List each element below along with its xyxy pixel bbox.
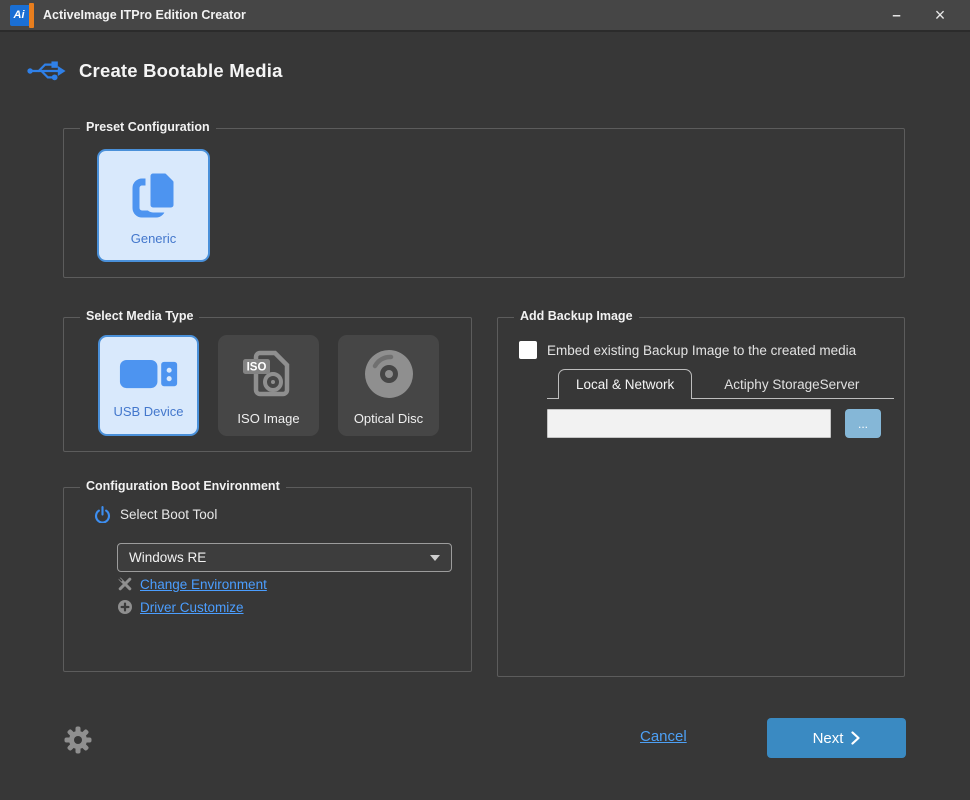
page-header: Create Bootable Media	[26, 56, 283, 86]
backup-source-tabs: Local & Network Actiphy StorageServer	[547, 369, 894, 399]
backup-group-label: Add Backup Image	[514, 309, 639, 323]
settings-button[interactable]	[64, 726, 92, 754]
cancel-button[interactable]: Cancel	[640, 728, 687, 745]
tab-local-network[interactable]: Local & Network	[558, 369, 693, 399]
media-tiles-row: USB Device ISO ISO Image Optical Disc	[98, 335, 439, 436]
next-button[interactable]: Next	[767, 718, 906, 758]
usb-drive-icon	[119, 359, 177, 388]
boot-tool-selected-value: Windows RE	[129, 550, 207, 565]
select-media-type-group: Select Media Type USB Device ISO ISO Ima…	[63, 309, 472, 452]
minimize-icon[interactable]: –	[874, 0, 918, 30]
add-backup-image-group: Add Backup Image Embed existing Backup I…	[497, 309, 905, 677]
chevron-down-icon	[430, 554, 440, 561]
app-logo-icon: Ai	[10, 2, 34, 28]
tile-label: Optical Disc	[353, 410, 424, 426]
app-window: Ai ActiveImage ITPro Edition Creator – ×…	[0, 0, 970, 800]
browse-button[interactable]: ...	[845, 409, 881, 438]
tab-actiphy-storageserver[interactable]: Actiphy StorageServer	[692, 370, 891, 398]
app-logo-orange-bar	[29, 2, 34, 28]
change-environment-row: Change Environment	[117, 576, 267, 592]
tools-icon	[118, 577, 132, 591]
media-tile-optical-disc[interactable]: Optical Disc	[338, 335, 439, 436]
embed-backup-checkbox[interactable]	[519, 341, 537, 359]
media-tile-iso-image[interactable]: ISO ISO Image	[218, 335, 319, 436]
configuration-boot-environment-group: Configuration Boot Environment Select Bo…	[63, 479, 472, 672]
iso-file-icon: ISO	[242, 350, 289, 396]
tile-label: Generic	[130, 230, 177, 246]
power-icon	[94, 506, 111, 523]
preset-configuration-group: Preset Configuration Generic	[63, 120, 905, 278]
next-button-label: Next	[812, 729, 844, 747]
plus-circle-icon	[118, 600, 132, 614]
app-logo-text: Ai	[13, 9, 25, 21]
close-icon[interactable]: ×	[918, 0, 962, 30]
select-boot-tool-row: Select Boot Tool	[94, 506, 217, 523]
gear-icon	[64, 726, 92, 754]
boot-group-label: Configuration Boot Environment	[80, 479, 286, 493]
driver-customize-row: Driver Customize	[117, 599, 244, 615]
backup-path-input[interactable]	[547, 409, 831, 438]
optical-disc-icon	[364, 349, 413, 398]
chevron-right-icon	[851, 731, 861, 745]
page-title: Create Bootable Media	[79, 60, 283, 81]
preset-tile-generic[interactable]: Generic	[97, 149, 210, 262]
embed-backup-row: Embed existing Backup Image to the creat…	[519, 341, 856, 359]
tile-label: USB Device	[113, 403, 184, 419]
copy-document-icon	[132, 168, 178, 217]
driver-customize-link[interactable]: Driver Customize	[140, 600, 244, 615]
iso-badge-label: ISO	[246, 361, 266, 373]
boot-tool-dropdown[interactable]: Windows RE	[117, 543, 452, 572]
window-title: ActiveImage ITPro Edition Creator	[43, 8, 246, 22]
preset-group-label: Preset Configuration	[80, 120, 216, 134]
media-tile-usb-device[interactable]: USB Device	[98, 335, 199, 436]
backup-path-row: ...	[547, 409, 881, 438]
titlebar: Ai ActiveImage ITPro Edition Creator – ×	[0, 0, 970, 32]
embed-backup-label: Embed existing Backup Image to the creat…	[547, 342, 857, 358]
media-group-label: Select Media Type	[80, 309, 200, 323]
usb-trident-icon	[27, 61, 66, 81]
tile-label: ISO Image	[237, 410, 300, 426]
change-environment-link[interactable]: Change Environment	[140, 577, 267, 592]
select-boot-tool-label: Select Boot Tool	[120, 507, 218, 522]
